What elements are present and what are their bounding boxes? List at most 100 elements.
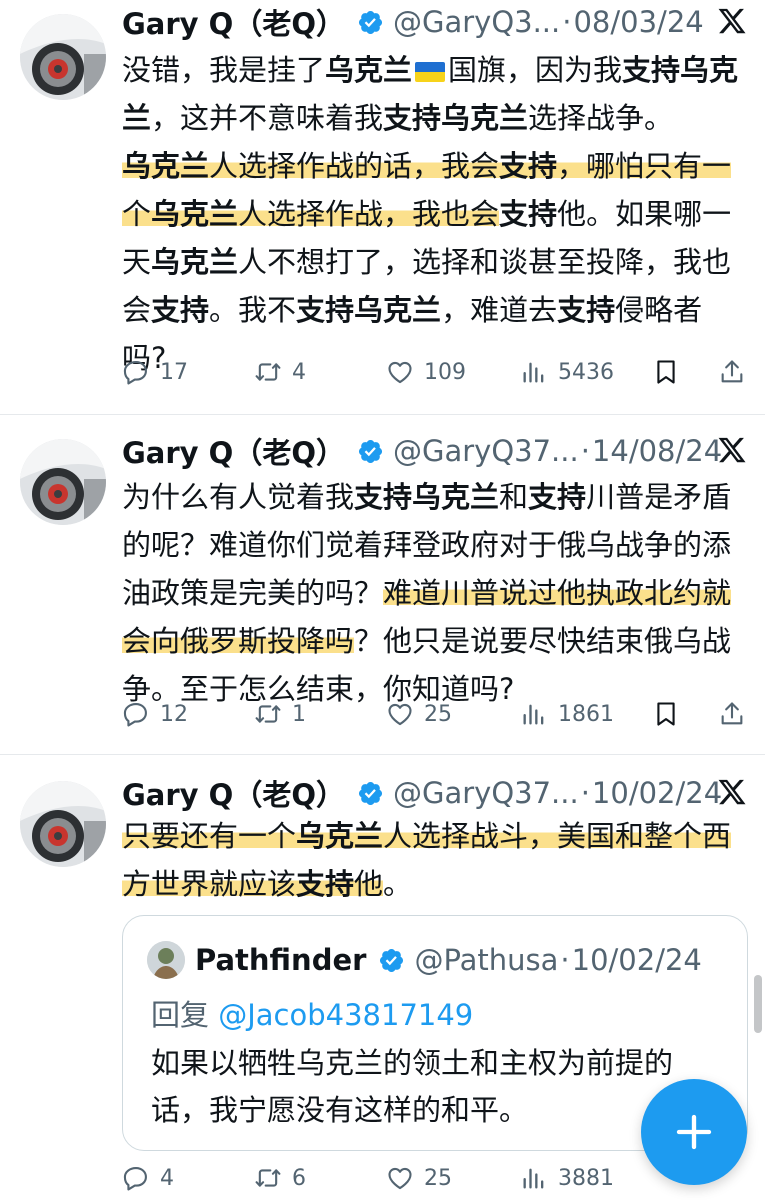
tweet-header: Gary Q（老Q） @GaryQ37... · 10/02/24: [122, 773, 747, 813]
reply-button[interactable]: 12: [122, 700, 188, 728]
action-bar: 17 4 109 5436: [122, 352, 749, 392]
bookmark-button[interactable]: [652, 358, 680, 386]
like-count: 25: [424, 701, 452, 727]
verified-badge-icon: [378, 947, 405, 974]
tweet-card[interactable]: Gary Q（老Q） @GaryQ3... · 08/03/24 没错，我是挂了…: [0, 0, 765, 415]
views-icon: [520, 358, 548, 386]
ukraine-flag-icon: [415, 62, 446, 82]
avatar[interactable]: [20, 14, 106, 100]
author-handle[interactable]: @GaryQ37...: [393, 776, 579, 810]
bold-text: 支持乌克兰: [354, 480, 500, 514]
author-name[interactable]: Gary Q（老Q）: [122, 1, 345, 43]
views-button[interactable]: 5436: [520, 358, 614, 386]
views-icon: [520, 1164, 548, 1192]
author-handle[interactable]: @GaryQ37...: [393, 434, 579, 468]
bold-text: 支持: [528, 480, 587, 514]
retweet-count: 1: [292, 701, 306, 727]
retweet-button[interactable]: 6: [254, 1164, 306, 1192]
tweet-text: 为什么有人觉着我支持乌克兰和支持川普是矛盾的呢？难道你们觉着拜登政府对于俄乌战争…: [122, 473, 742, 713]
avatar[interactable]: [20, 781, 106, 867]
share-icon: [718, 358, 746, 386]
separator-dot: ·: [560, 943, 570, 977]
retweet-count: 4: [292, 359, 306, 385]
x-logo-icon: [717, 6, 747, 36]
text-segment: 和: [499, 480, 529, 514]
bold-text: 支持乌克兰: [383, 101, 529, 135]
tweet-date[interactable]: 14/08/24: [592, 434, 722, 468]
bookmark-button[interactable]: [652, 700, 680, 728]
tweet-text: 没错，我是挂了乌克兰 国旗，因为我支持乌克兰，这并不意味着我支持乌克兰选择战争。乌…: [122, 46, 742, 382]
quoted-tweet-text: 如果以牺牲乌克兰的领土和主权为前提的话，我宁愿没有这样的和平。: [151, 1046, 674, 1127]
tweet-header: Gary Q（老Q） @GaryQ37... · 14/08/24: [122, 431, 747, 471]
tweet-date[interactable]: 10/02/24: [592, 776, 722, 810]
reply-icon: [122, 1164, 150, 1192]
reply-prefix: 回复: [151, 998, 210, 1032]
separator-dot: ·: [580, 434, 590, 468]
author-name[interactable]: Gary Q（老Q）: [122, 430, 345, 472]
quoted-tweet-date[interactable]: 10/02/24: [572, 943, 702, 977]
text-segment: 选择战争。: [528, 101, 674, 135]
action-bar: 12 1 25 1861: [122, 694, 749, 734]
like-button[interactable]: 109: [386, 358, 466, 386]
bold-text: 支持: [151, 293, 210, 327]
scrollbar[interactable]: [754, 975, 762, 1033]
reply-button[interactable]: 4: [122, 1164, 174, 1192]
reply-count: 17: [160, 359, 188, 385]
like-button[interactable]: 25: [386, 700, 452, 728]
like-count: 25: [424, 1165, 452, 1191]
tweet-header: Gary Q（老Q） @GaryQ3... · 08/03/24: [122, 2, 747, 42]
views-button[interactable]: 1861: [520, 700, 614, 728]
view-count: 3881: [558, 1165, 614, 1191]
share-icon: [718, 700, 746, 728]
verified-badge-icon: [357, 780, 384, 807]
share-button[interactable]: [718, 700, 746, 728]
x-logo-icon: [717, 777, 747, 807]
text-segment: 他: [354, 867, 384, 901]
text-segment: 国旗，因为我: [448, 53, 623, 87]
mention-link[interactable]: @Jacob43817149: [218, 998, 473, 1032]
text-segment: 。我不: [209, 293, 297, 327]
avatar[interactable]: [20, 439, 106, 525]
highlighted-text: 只要还有一个乌克兰人选择战斗，美国和整个西方世界就应该支持他: [122, 819, 732, 901]
bold-text: 支持: [499, 197, 558, 231]
reply-icon: [122, 700, 150, 728]
quoted-avatar[interactable]: [147, 941, 185, 979]
views-icon: [520, 700, 548, 728]
reply-count: 4: [160, 1165, 174, 1191]
bookmark-icon: [652, 358, 680, 386]
text-segment: 只要还有一个: [122, 819, 297, 853]
compose-plus-icon: [676, 1114, 712, 1150]
text-segment: ，这并不意味着我: [151, 101, 384, 135]
tweet-card[interactable]: Gary Q（老Q） @GaryQ37... · 14/08/24 为什么有人觉…: [0, 415, 765, 755]
reply-button[interactable]: 17: [122, 358, 188, 386]
like-button[interactable]: 25: [386, 1164, 452, 1192]
retweet-icon: [254, 1164, 282, 1192]
retweet-button[interactable]: 4: [254, 358, 306, 386]
verified-badge-icon: [357, 9, 384, 36]
like-icon: [386, 358, 414, 386]
separator-dot: ·: [562, 5, 572, 39]
author-handle[interactable]: @GaryQ3...: [393, 5, 560, 39]
views-button[interactable]: 3881: [520, 1164, 614, 1192]
tweet-date[interactable]: 08/03/24: [573, 5, 703, 39]
author-name[interactable]: Gary Q（老Q）: [122, 772, 345, 814]
quoted-author-name[interactable]: Pathfinder: [195, 943, 366, 977]
like-icon: [386, 700, 414, 728]
bold-text: 支持乌克兰: [296, 293, 442, 327]
compose-button[interactable]: [641, 1079, 747, 1185]
retweet-icon: [254, 700, 282, 728]
bookmark-icon: [652, 700, 680, 728]
view-count: 1861: [558, 701, 614, 727]
share-button[interactable]: [718, 358, 746, 386]
retweet-button[interactable]: 1: [254, 700, 306, 728]
like-icon: [386, 1164, 414, 1192]
verified-badge-icon: [357, 438, 384, 465]
bold-text: 乌克兰: [122, 149, 210, 183]
quoted-author-handle[interactable]: @Pathusa: [414, 943, 558, 977]
reply-icon: [122, 358, 150, 386]
text-segment: 没错，我是挂了: [122, 53, 326, 87]
text-segment: ，难道去: [441, 293, 558, 327]
bold-text: 乌克兰: [296, 819, 384, 853]
reply-count: 12: [160, 701, 188, 727]
retweet-count: 6: [292, 1165, 306, 1191]
